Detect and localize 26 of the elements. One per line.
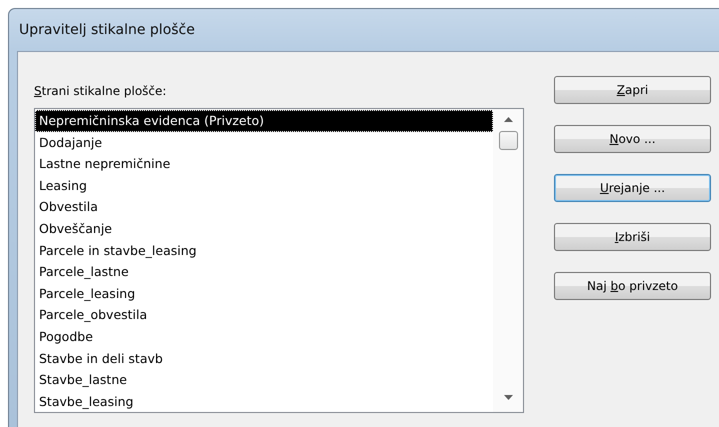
scroll-thumb[interactable] <box>498 131 518 150</box>
list-item[interactable]: Stavbe in deli stavb <box>35 348 493 370</box>
list-item[interactable]: Parcele in stavbe_leasing <box>35 240 493 262</box>
list-item[interactable]: Obveščanje <box>35 218 493 240</box>
page-list[interactable] <box>34 108 524 413</box>
list-item[interactable]: Stavbe_leasing <box>35 390 493 412</box>
list-item[interactable]: Parcele_lastne <box>35 261 493 283</box>
list-item[interactable]: Stavbe_lastne <box>35 369 493 391</box>
list-item[interactable]: Leasing <box>35 174 493 196</box>
scroll-down-icon[interactable] <box>504 395 512 400</box>
scroll-up-icon[interactable] <box>504 117 512 122</box>
dialog-button[interactable]: Izbriši <box>554 223 711 251</box>
scrollbar[interactable] <box>493 109 523 412</box>
list-item[interactable]: Lastne nepremičnine <box>35 153 493 175</box>
list-item[interactable]: Pogodbe <box>35 326 493 348</box>
list-item[interactable]: Dodajanje <box>35 132 493 154</box>
list-item[interactable]: Parcele_obvestila <box>35 304 493 326</box>
dialog-button[interactable]: Naj bo privzeto <box>554 272 711 300</box>
list-item[interactable]: Nepremičninska evidenca (Privzeto) <box>35 110 493 132</box>
list-item[interactable]: Obvestila <box>35 196 493 218</box>
list-label: Strani stikalne plošče: <box>34 84 168 98</box>
dialog-button[interactable]: Novo ... <box>554 125 711 153</box>
list-item[interactable]: Parcele_leasing <box>35 282 493 304</box>
dialog-button[interactable]: Urejanje ... <box>554 174 711 202</box>
window-title: Upravitelj stikalne plošče <box>19 22 195 38</box>
dialog-button[interactable]: Zapri <box>554 76 711 104</box>
